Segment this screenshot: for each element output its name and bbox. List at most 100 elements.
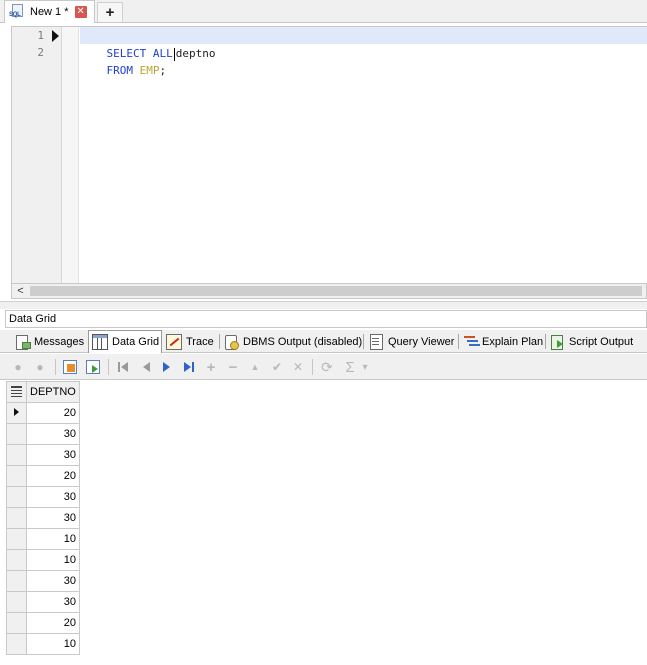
table-row[interactable]: 30 xyxy=(6,423,80,445)
cancel-edit-icon[interactable]: ✕ xyxy=(289,358,307,376)
tab-script-output-label: Script Output xyxy=(569,336,634,348)
cell-deptno[interactable]: 30 xyxy=(26,591,80,613)
insert-record-icon[interactable]: + xyxy=(202,358,220,376)
first-record-button[interactable] xyxy=(115,358,133,376)
refresh-icon[interactable]: ⟳ xyxy=(318,358,336,376)
script-output-icon xyxy=(549,334,565,350)
export-button[interactable] xyxy=(61,358,79,376)
row-indicator[interactable] xyxy=(6,549,27,571)
editor-tab-new-1[interactable]: SQL New 1 * ✕ xyxy=(4,0,95,23)
keyword-from: FROM xyxy=(106,64,134,77)
sql-editor[interactable]: 1 2 SELECT ALL deptno FROM EMP; xyxy=(11,26,647,283)
tab-data-grid[interactable]: Data Grid xyxy=(88,330,162,353)
new-tab-button[interactable]: + xyxy=(97,2,123,22)
tab-query-viewer[interactable]: Query Viewer xyxy=(368,331,454,353)
import-button[interactable] xyxy=(84,358,102,376)
prior-record-button[interactable] xyxy=(137,358,155,376)
statement-terminator: ; xyxy=(159,64,167,77)
table-name-emp: EMP xyxy=(139,64,160,77)
tab-dbms-output[interactable]: DBMS Output (disabled) xyxy=(223,331,362,353)
cell-deptno[interactable]: 10 xyxy=(26,633,80,655)
cell-deptno[interactable]: 30 xyxy=(26,486,80,508)
tab-trace[interactable]: Trace xyxy=(166,331,214,353)
table-row[interactable]: 30 xyxy=(6,444,80,466)
query-viewer-icon xyxy=(368,334,384,350)
table-row[interactable]: 30 xyxy=(6,591,80,613)
table-row[interactable]: 10 xyxy=(6,528,80,550)
toolbar-separator xyxy=(312,359,313,375)
table-row[interactable]: 20 xyxy=(6,402,80,424)
cell-deptno[interactable]: 30 xyxy=(26,423,80,445)
row-indicator[interactable] xyxy=(6,444,27,466)
next-record-icon xyxy=(161,362,173,372)
unlock-icon[interactable]: ● xyxy=(31,358,49,376)
tab-trace-label: Trace xyxy=(186,336,214,348)
last-record-icon xyxy=(183,362,195,372)
messages-icon xyxy=(14,334,31,350)
table-row[interactable]: 20 xyxy=(6,612,80,634)
cell-deptno[interactable]: 20 xyxy=(26,612,80,634)
cell-deptno[interactable]: 30 xyxy=(26,507,80,529)
sum-dropdown-icon[interactable]: ▾ xyxy=(359,358,371,376)
table-row[interactable]: 10 xyxy=(6,633,80,655)
table-row[interactable]: 30 xyxy=(6,507,80,529)
column-header-deptno[interactable]: DEPTNO xyxy=(26,381,80,403)
row-indicator[interactable] xyxy=(6,570,27,592)
cell-deptno[interactable]: 30 xyxy=(26,570,80,592)
grid-menu-icon xyxy=(11,385,22,396)
result-panel-title: Data Grid xyxy=(5,310,647,328)
cell-deptno[interactable]: 20 xyxy=(26,402,80,424)
fold-margin xyxy=(62,27,79,283)
row-indicator[interactable] xyxy=(6,612,27,634)
line-number-2: 2 xyxy=(37,46,44,59)
tab-separator xyxy=(363,334,364,349)
post-edit-icon[interactable]: ✔ xyxy=(268,358,286,376)
row-indicator[interactable] xyxy=(6,633,27,655)
scroll-left-button[interactable]: < xyxy=(12,284,29,298)
cell-deptno[interactable]: 20 xyxy=(26,465,80,487)
sum-icon[interactable]: Σ xyxy=(341,358,359,376)
tab-query-viewer-label: Query Viewer xyxy=(388,336,455,348)
next-record-button[interactable] xyxy=(158,358,176,376)
current-line-marker-icon xyxy=(52,30,59,42)
column-deptno: deptno xyxy=(175,47,216,60)
close-tab-icon[interactable]: ✕ xyxy=(74,6,87,18)
line-number-gutter: 1 2 xyxy=(12,27,62,283)
scrollbar-thumb[interactable] xyxy=(30,286,642,296)
tab-messages[interactable]: Messages xyxy=(14,331,84,353)
grid-corner[interactable] xyxy=(6,381,27,403)
tab-script-output[interactable]: Script Output xyxy=(549,331,633,353)
row-indicator[interactable] xyxy=(6,507,27,529)
tab-separator xyxy=(458,334,459,349)
row-indicator[interactable] xyxy=(6,402,27,424)
tab-dbms-output-label: DBMS Output (disabled) xyxy=(243,336,363,348)
table-row[interactable]: 20 xyxy=(6,465,80,487)
row-indicator[interactable] xyxy=(6,486,27,508)
row-indicator[interactable] xyxy=(6,465,27,487)
row-indicator[interactable] xyxy=(6,423,27,445)
code-line-1[interactable]: SELECT ALL deptno xyxy=(80,28,216,61)
cell-deptno[interactable]: 10 xyxy=(26,549,80,571)
grid-toolbar: ● ● + − ▲ ✔ ✕ ⟳ Σ ▾ xyxy=(0,354,647,380)
tab-data-grid-label: Data Grid xyxy=(112,336,160,348)
table-row[interactable]: 30 xyxy=(6,486,80,508)
table-row[interactable]: 30 xyxy=(6,570,80,592)
explain-plan-icon xyxy=(462,334,478,350)
prior-record-icon xyxy=(140,362,152,372)
table-row[interactable]: 10 xyxy=(6,549,80,571)
lock-icon[interactable]: ● xyxy=(9,358,27,376)
editor-result-splitter[interactable] xyxy=(0,301,647,309)
tab-explain-plan[interactable]: Explain Plan xyxy=(462,331,543,353)
row-indicator[interactable] xyxy=(6,528,27,550)
code-line-2[interactable]: FROM EMP; xyxy=(80,45,167,77)
cell-deptno[interactable]: 10 xyxy=(26,528,80,550)
delete-record-icon[interactable]: − xyxy=(224,358,242,376)
data-grid-icon xyxy=(92,334,108,350)
edit-record-icon[interactable]: ▲ xyxy=(246,358,264,376)
row-indicator[interactable] xyxy=(6,591,27,613)
tab-separator xyxy=(545,334,546,349)
data-grid[interactable]: DEPTNO 20 30 30 20 30 30 10 10 30 30 20 … xyxy=(6,381,80,655)
editor-horizontal-scrollbar[interactable]: < xyxy=(11,283,647,299)
last-record-button[interactable] xyxy=(180,358,198,376)
cell-deptno[interactable]: 30 xyxy=(26,444,80,466)
